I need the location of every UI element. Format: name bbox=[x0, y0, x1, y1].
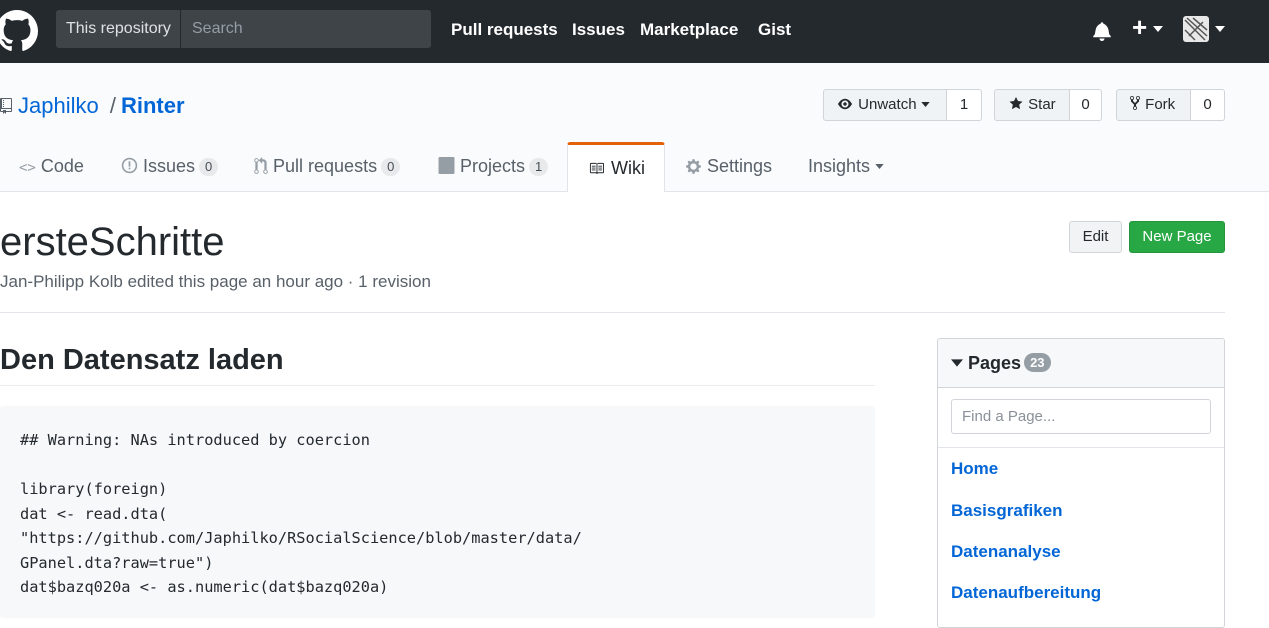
gear-icon bbox=[686, 159, 701, 174]
chevron-down-icon bbox=[875, 164, 884, 169]
stargazers-count[interactable]: 0 bbox=[1070, 89, 1102, 121]
pages-title-label: Pages bbox=[968, 353, 1022, 373]
star-label: Star bbox=[1028, 96, 1056, 113]
search-scope-label: This repository bbox=[56, 10, 181, 48]
code-icon: <> bbox=[19, 160, 36, 176]
bell-icon[interactable] bbox=[1093, 21, 1111, 41]
code-block: ## Warning: NAs introduced by coercion l… bbox=[0, 406, 875, 618]
issues-counter: 0 bbox=[199, 158, 219, 176]
star-icon bbox=[1009, 96, 1023, 110]
search-box[interactable]: This repository Search bbox=[56, 10, 431, 48]
repo-owner-link[interactable]: Japhilko bbox=[18, 93, 99, 118]
heading-underline bbox=[0, 385, 875, 386]
tab-issues[interactable]: Issues 0 bbox=[121, 142, 219, 191]
tab-settings[interactable]: Settings bbox=[685, 142, 772, 191]
tab-projects-label: Projects bbox=[460, 156, 526, 176]
divider bbox=[0, 312, 1225, 313]
pages-header[interactable]: Pages 23 bbox=[938, 339, 1224, 388]
tab-code-label: Code bbox=[40, 156, 84, 176]
unwatch-label: Unwatch bbox=[858, 96, 917, 113]
triangle-down-icon bbox=[951, 359, 963, 367]
tab-projects[interactable]: Projects 1 bbox=[438, 142, 549, 191]
star-button[interactable]: Star bbox=[994, 89, 1070, 121]
page-meta: Jan-Philipp Kolb edited this page an hou… bbox=[0, 272, 431, 291]
tab-insights[interactable]: Insights bbox=[808, 142, 884, 191]
search-input[interactable]: Search bbox=[192, 10, 243, 48]
avatar[interactable] bbox=[1183, 16, 1209, 42]
unwatch-button[interactable]: Unwatch bbox=[823, 89, 947, 121]
project-icon bbox=[438, 157, 455, 174]
forks-count[interactable]: 0 bbox=[1191, 89, 1225, 121]
section-heading: Den Datensatz laden bbox=[0, 344, 284, 376]
wiki-pages-sidebar: Pages23 Home Basisgrafiken Datenanalyse … bbox=[937, 338, 1225, 628]
code-content: ## Warning: NAs introduced by coercion l… bbox=[20, 431, 582, 596]
plus-icon[interactable]: + bbox=[1132, 12, 1147, 42]
book-icon bbox=[589, 162, 604, 175]
chevron-down-icon bbox=[1153, 26, 1163, 32]
tab-wiki[interactable]: Wiki bbox=[567, 142, 665, 192]
pull-requests-counter: 0 bbox=[381, 158, 401, 176]
page-title: ersteSchritte bbox=[0, 220, 225, 264]
pages-title: Pages 23 bbox=[951, 351, 1051, 375]
fork-button[interactable]: Fork bbox=[1116, 89, 1191, 121]
pages-count: 23 bbox=[1024, 353, 1051, 372]
repo-separator: / bbox=[109, 93, 116, 118]
divider bbox=[938, 447, 1224, 448]
new-page-button[interactable]: New Page bbox=[1129, 221, 1225, 253]
find-page-input[interactable] bbox=[951, 399, 1211, 434]
issue-opened-icon bbox=[121, 157, 138, 174]
pull-request-icon bbox=[254, 157, 268, 174]
repo-name-link[interactable]: Rinter bbox=[121, 93, 185, 118]
nav-marketplace[interactable]: Marketplace bbox=[640, 0, 738, 63]
github-logo-icon[interactable] bbox=[0, 10, 38, 52]
tab-wiki-label: Wiki bbox=[611, 158, 646, 178]
page-link-datenanalyse[interactable]: Datenanalyse bbox=[951, 540, 1061, 564]
tab-code[interactable]: <> Code bbox=[19, 142, 84, 191]
tab-settings-label: Settings bbox=[707, 156, 773, 176]
eye-icon bbox=[838, 98, 852, 110]
projects-counter: 1 bbox=[529, 158, 549, 176]
nav-gist[interactable]: Gist bbox=[758, 0, 791, 63]
repo-header: Japhilko / Rinter Unwatch 1 Star 0 Fork 0… bbox=[0, 63, 1269, 192]
page-link-datenaufbereitung[interactable]: Datenaufbereitung bbox=[951, 581, 1101, 605]
nav-issues[interactable]: Issues bbox=[572, 0, 625, 63]
watchers-count[interactable]: 1 bbox=[947, 89, 982, 121]
tab-pull-requests-label: Pull requests bbox=[273, 156, 378, 176]
edit-button[interactable]: Edit bbox=[1069, 221, 1122, 253]
repo-title: Japhilko / Rinter bbox=[0, 91, 185, 121]
fork-label: Fork bbox=[1145, 96, 1176, 113]
chevron-down-icon bbox=[921, 102, 930, 107]
tab-pull-requests[interactable]: Pull requests 0 bbox=[254, 142, 401, 191]
tab-insights-label: Insights bbox=[808, 156, 871, 176]
page-link-home[interactable]: Home bbox=[951, 457, 998, 481]
tab-issues-label: Issues bbox=[143, 156, 196, 176]
chevron-down-icon bbox=[1215, 26, 1225, 32]
global-header: This repository Search Pull requests Iss… bbox=[0, 0, 1269, 63]
repo-icon bbox=[0, 98, 12, 114]
fork-icon bbox=[1130, 95, 1140, 111]
nav-pull-requests[interactable]: Pull requests bbox=[451, 0, 558, 63]
page-link-basisgrafiken[interactable]: Basisgrafiken bbox=[951, 499, 1063, 523]
